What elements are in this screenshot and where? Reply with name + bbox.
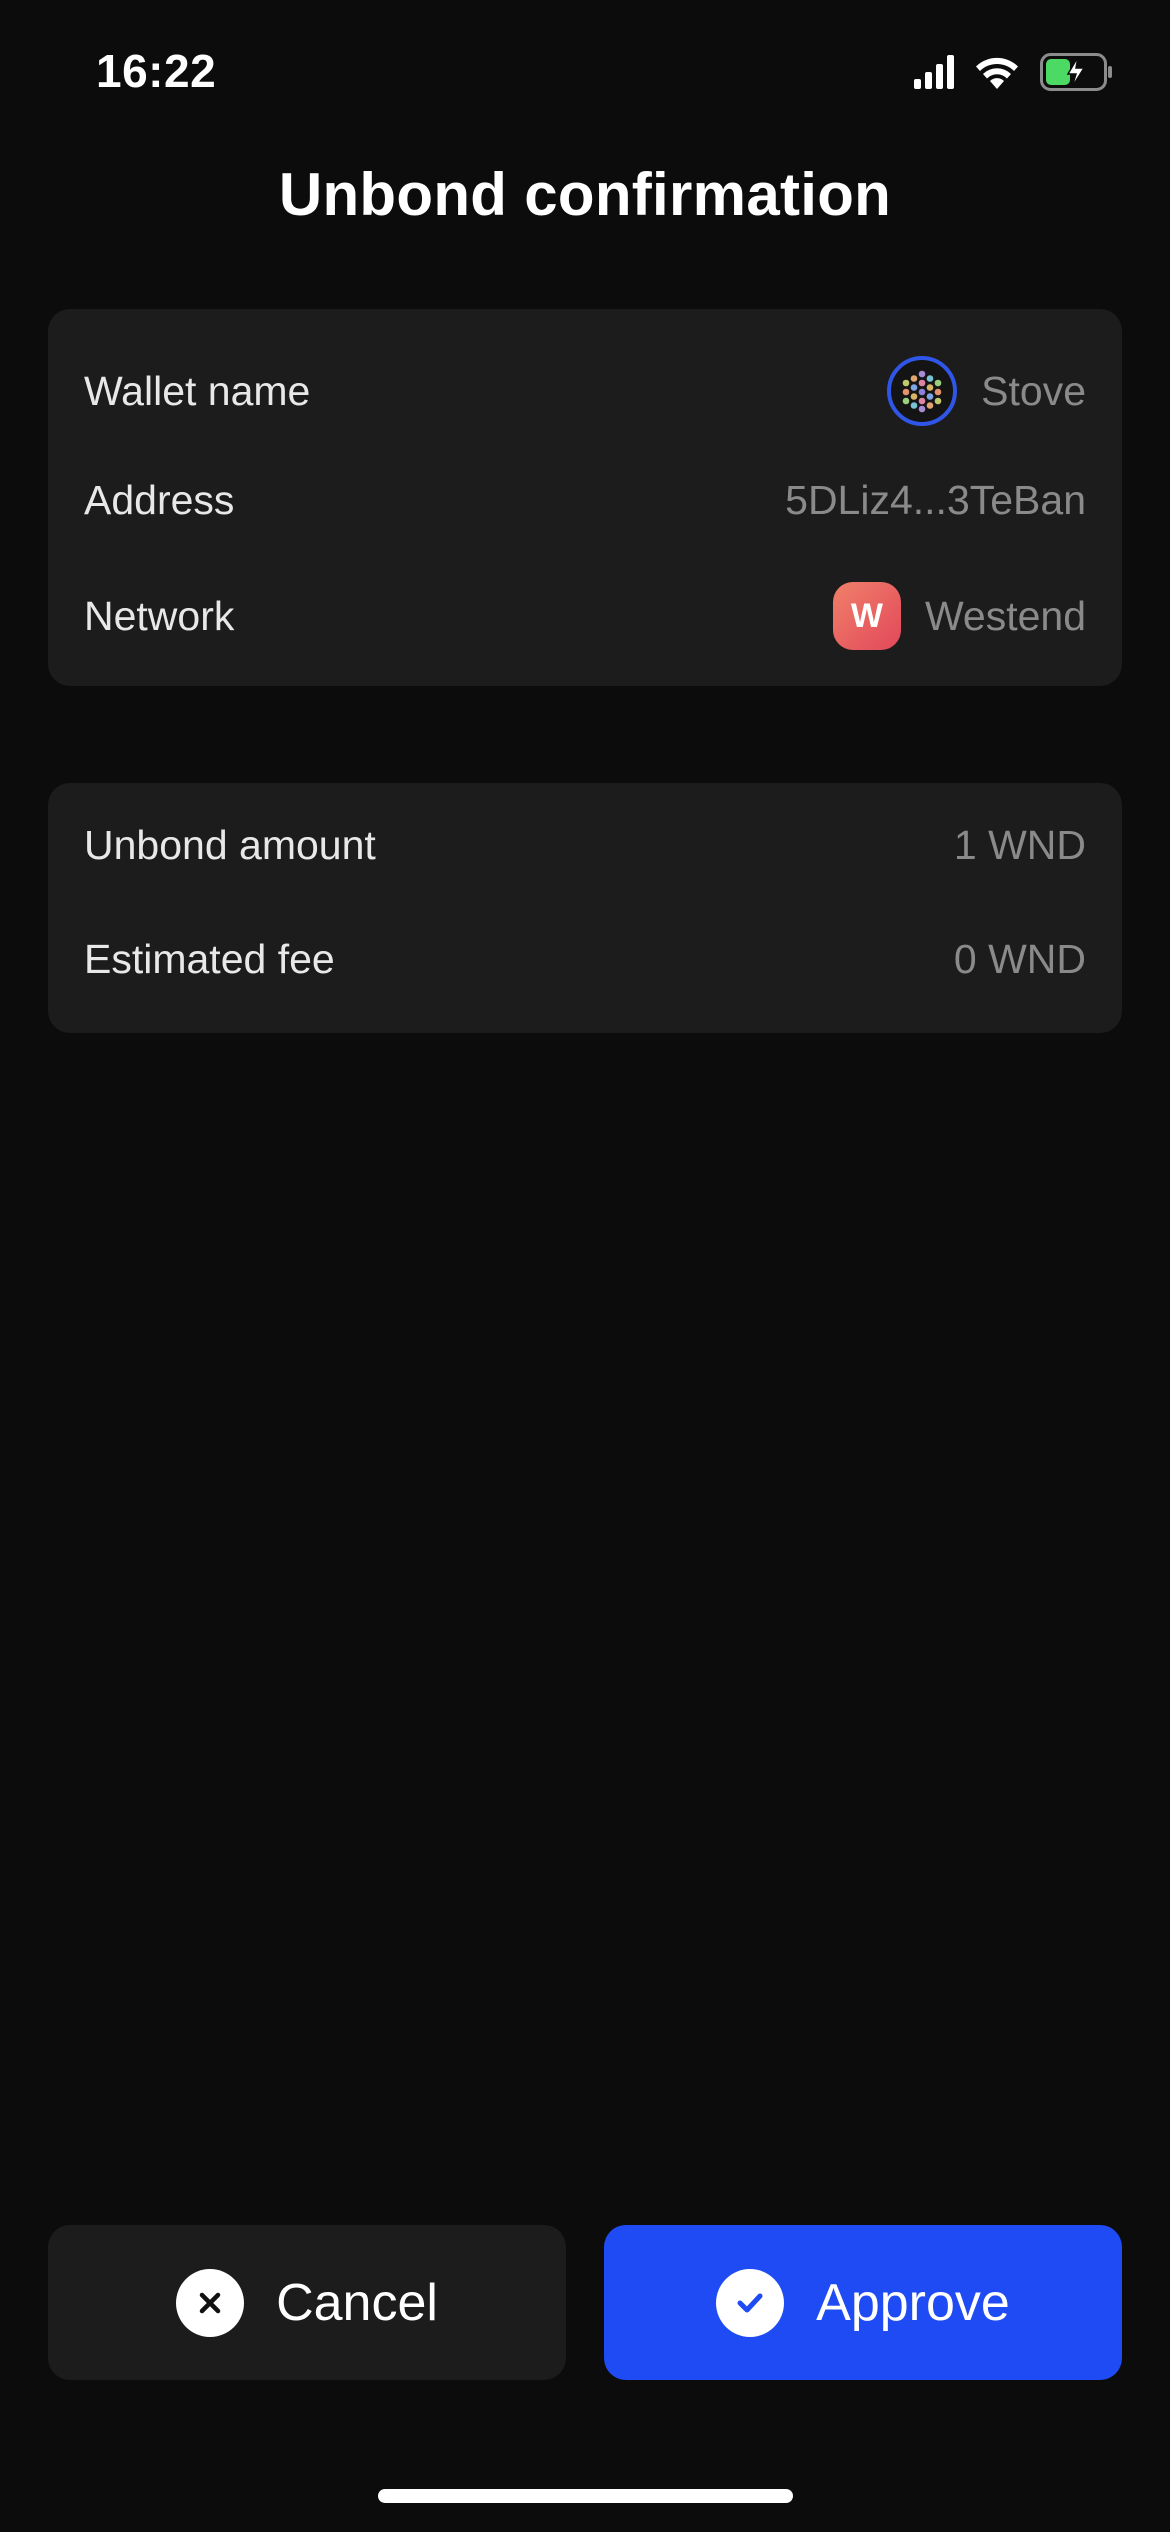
battery-charging-icon <box>1040 52 1114 96</box>
checkmark-icon <box>716 2268 785 2337</box>
address-label: Address <box>84 476 235 523</box>
signal-icon <box>914 54 954 94</box>
network-value-group: W Westend <box>832 582 1086 650</box>
address-value[interactable]: 5DLiz4...3TeBan <box>785 477 1086 524</box>
estimated-fee-row: Estimated fee 0 WND <box>84 919 1086 999</box>
close-icon <box>176 2268 245 2337</box>
wallet-row: Wallet name Stove <box>84 351 1086 431</box>
status-bar: 16:22 <box>0 0 1170 150</box>
wallet-value-group: Stove <box>887 356 1086 426</box>
page-title: Unbond confirmation <box>278 161 892 228</box>
westend-network-icon: W <box>832 582 901 650</box>
home-indicator[interactable] <box>378 2489 793 2503</box>
estimated-fee-value: 0 WND <box>953 935 1086 982</box>
status-time: 16:22 <box>96 45 217 97</box>
approve-label: Approve <box>816 2273 1010 2332</box>
approve-button[interactable]: Approve <box>604 2225 1122 2380</box>
network-row: Network W Westend <box>84 576 1086 656</box>
estimated-fee-label: Estimated fee <box>84 935 335 982</box>
amounts-card: Unbond amount 1 WND Estimated fee 0 WND <box>48 783 1122 1033</box>
cancel-label: Cancel <box>276 2273 438 2332</box>
unbond-amount-row: Unbond amount 1 WND <box>84 805 1086 885</box>
unbond-amount-value: 1 WND <box>953 821 1086 868</box>
network-label: Network <box>84 592 235 639</box>
address-row[interactable]: Address 5DLiz4...3TeBan <box>84 460 1086 540</box>
wifi-icon <box>974 55 1020 94</box>
network-name: Westend <box>924 592 1086 639</box>
cancel-button[interactable]: Cancel <box>48 2225 566 2380</box>
status-icons <box>914 52 1114 96</box>
wallet-name: Stove <box>981 367 1086 414</box>
screen: 16:22 Unbond confirmation Wallet name St… <box>0 0 1170 2532</box>
details-card: Wallet name Stove Address 5DLiz4...3TeBa… <box>48 309 1122 686</box>
wallet-label: Wallet name <box>84 367 311 414</box>
identicon-icon <box>887 356 958 426</box>
unbond-amount-label: Unbond amount <box>84 821 376 868</box>
